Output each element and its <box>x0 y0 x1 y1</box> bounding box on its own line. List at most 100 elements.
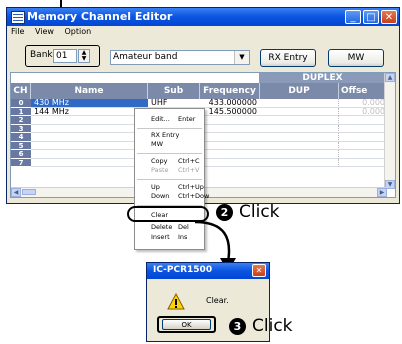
menu-item-label: Paste <box>151 166 169 174</box>
cell-offset: 0.000 <box>339 99 387 108</box>
col-name[interactable]: Name <box>31 83 148 99</box>
menu-item-rx-entry[interactable]: RX Entry <box>135 131 204 140</box>
menu-item-shortcut: Enter <box>178 115 196 123</box>
cell-name <box>31 116 148 125</box>
menu-separator <box>137 128 202 129</box>
menu-item-paste[interactable]: Paste Ctrl+V <box>135 166 204 175</box>
cell-frequency <box>200 150 260 159</box>
cell-offset <box>339 125 387 133</box>
step-3-badge: 3 <box>229 318 246 335</box>
menu-item-label: Down <box>151 192 170 200</box>
cell-name <box>31 133 148 142</box>
menu-item-label: RX Entry <box>151 131 180 139</box>
col-frequency[interactable]: Frequency <box>200 83 260 99</box>
scroll-right-icon[interactable]: ▶ <box>377 188 387 197</box>
cell-offset: 0.000 <box>339 108 387 116</box>
bank-highlight: Bank 01 ▲ ▼ <box>25 45 100 67</box>
maximize-button[interactable]: □ <box>363 10 379 24</box>
bank-number-input[interactable]: 01 <box>53 49 77 63</box>
cell-offset <box>339 150 387 159</box>
menu-separator <box>137 179 202 180</box>
cell-name <box>31 150 148 159</box>
cell-ch: 6 <box>11 150 31 159</box>
menu-item-copy[interactable]: Copy Ctrl+C <box>135 157 204 166</box>
cell-ch: 4 <box>11 133 31 142</box>
cell-name <box>31 142 148 150</box>
menu-item-label: Delete <box>151 223 173 231</box>
cell-dup <box>260 99 339 108</box>
toolbar: Bank 01 ▲ ▼ Amateur band ▼ RX Entry MW <box>7 42 399 70</box>
cell-frequency <box>200 159 260 167</box>
bank-name-value: Amateur band <box>113 52 178 62</box>
menu-bar: File View Option <box>7 27 399 41</box>
cell-frequency <box>200 142 260 150</box>
cell-dup <box>260 107 339 116</box>
cell-dup <box>260 124 339 133</box>
duplex-group-header: DUPLEX <box>259 73 387 83</box>
chevron-down-icon[interactable]: ▼ <box>234 51 249 64</box>
ok-button[interactable]: OK <box>162 319 211 330</box>
dialog-title: IC-PCR1500 <box>153 265 213 275</box>
cell-dup <box>260 158 339 167</box>
menu-file[interactable]: File <box>11 27 24 36</box>
cell-ch: 1 <box>11 107 31 116</box>
menu-item-up[interactable]: Up Ctrl+Up <box>135 183 204 192</box>
dialog-title-bar: IC-PCR1500 ✕ <box>147 263 269 279</box>
menu-item-shortcut: Ctrl+Dow <box>178 192 210 200</box>
cell-frequency <box>200 133 260 142</box>
table-row[interactable]: 0 430 MHz UHF 433.000000 0.000 <box>11 99 387 108</box>
cell-ch: 5 <box>11 141 31 150</box>
cell-ch: 3 <box>11 124 31 133</box>
scroll-up-icon[interactable]: ▲ <box>385 73 395 82</box>
menu-item-shortcut: Del <box>178 223 189 231</box>
col-offset[interactable]: Offse <box>339 83 387 99</box>
cell-ch: 7 <box>11 158 31 167</box>
col-sub-name[interactable]: Sub Name <box>148 83 200 112</box>
step-3-text: Click <box>252 316 293 336</box>
cell-frequency: 433.000000 <box>200 99 260 108</box>
mw-button[interactable]: MW <box>328 49 384 67</box>
title-bar: Memory Channel Editor _ □ ✕ <box>7 8 399 26</box>
menu-separator <box>137 153 202 154</box>
cell-ch: 0 <box>11 99 31 108</box>
cell-name <box>31 159 148 167</box>
ok-highlight: OK <box>157 316 216 333</box>
menu-item-shortcut: Ctrl+C <box>178 157 200 165</box>
cell-sub-name: UHF <box>148 99 200 108</box>
col-ch[interactable]: CH <box>11 83 31 99</box>
app-icon <box>11 11 25 24</box>
cell-dup <box>260 133 339 142</box>
cell-name: 430 MHz <box>31 99 148 108</box>
dialog-message: Clear. <box>206 296 229 305</box>
cell-ch: 2 <box>11 116 31 125</box>
dialog-close-button[interactable]: ✕ <box>252 264 266 277</box>
scroll-thumb[interactable] <box>22 189 36 195</box>
cell-offset <box>339 116 387 125</box>
menu-item-label: MW <box>151 140 164 148</box>
menu-item-down[interactable]: Down Ctrl+Dow <box>135 192 209 201</box>
bank-label: Bank <box>30 50 53 60</box>
cell-frequency <box>200 116 260 125</box>
col-dup[interactable]: DUP <box>260 83 339 99</box>
bank-name-select[interactable]: Amateur band ▼ <box>110 50 250 65</box>
menu-item-edit[interactable]: Edit... Enter <box>135 115 204 124</box>
menu-item-shortcut: Ctrl+Up <box>178 183 204 191</box>
menu-option[interactable]: Option <box>64 27 91 36</box>
menu-item-mw[interactable]: MW <box>135 140 204 149</box>
minimize-button[interactable]: _ <box>345 10 361 24</box>
menu-item-shortcut: Ctrl+V <box>178 166 200 174</box>
cell-offset <box>339 133 387 142</box>
cell-dup <box>260 116 339 125</box>
cell-name <box>31 125 148 133</box>
cell-frequency: 145.500000 <box>200 108 260 116</box>
vertical-scrollbar[interactable]: ▲ ▼ <box>384 73 395 189</box>
scroll-left-icon[interactable]: ◀ <box>11 188 21 197</box>
cell-frequency <box>200 125 260 133</box>
cell-dup <box>260 141 339 150</box>
menu-view[interactable]: View <box>35 27 54 36</box>
bank-spin-button[interactable]: ▲ ▼ <box>78 49 90 63</box>
rx-entry-button[interactable]: RX Entry <box>260 49 316 67</box>
menu-item-label: Copy <box>151 157 168 165</box>
window-title: Memory Channel Editor <box>27 10 173 23</box>
close-button[interactable]: ✕ <box>381 10 397 24</box>
